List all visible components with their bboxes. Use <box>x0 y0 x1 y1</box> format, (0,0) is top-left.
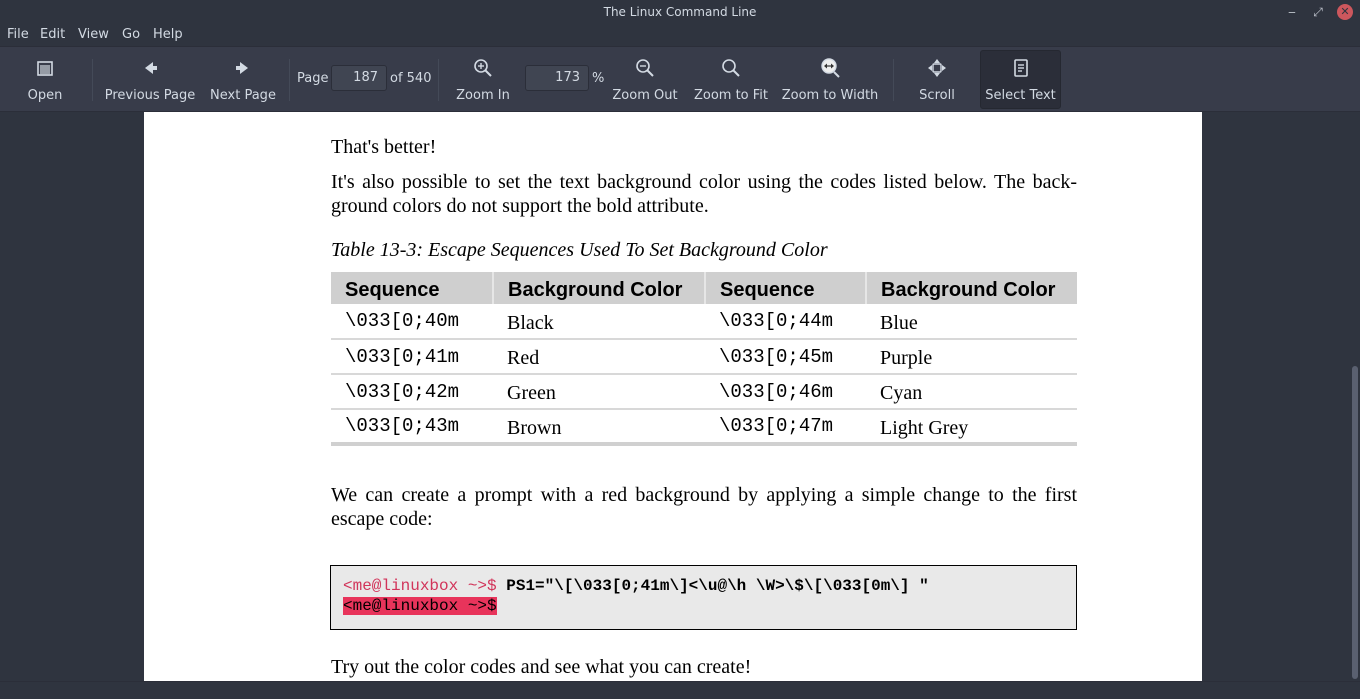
zoom-to-fit-button[interactable]: Zoom to Fit <box>692 51 770 107</box>
zoom-out-icon <box>636 59 654 77</box>
zoom-to-width-button[interactable]: Zoom to Width <box>780 51 880 107</box>
paragraph: It's also possible to set the text backg… <box>331 171 1077 217</box>
table-row: \033[0;43m Brown \033[0;47m Light Grey <box>331 409 1077 446</box>
zoom-fit-icon <box>722 59 740 77</box>
zoom-out-label: Zoom Out <box>612 88 678 103</box>
open-label: Open <box>27 88 63 103</box>
table-row: \033[0;41m Red \033[0;45m Purple <box>331 339 1077 375</box>
table-cell: Red <box>493 339 705 375</box>
zoom-in-button[interactable]: Zoom In <box>453 51 513 107</box>
paragraph: We can create a prompt with a red backgr… <box>331 484 1077 530</box>
zoom-out-button[interactable]: Zoom Out <box>610 51 680 107</box>
table-cell: Green <box>493 374 705 410</box>
table-cell: \033[0;40m <box>331 304 493 340</box>
table-cell: \033[0;44m <box>705 304 866 340</box>
window-title: The Linux Command Line <box>603 5 757 19</box>
table-header-row: Sequence Background Color Sequence Backg… <box>331 272 1077 304</box>
table-cell: \033[0;47m <box>705 409 866 446</box>
table-row: \033[0;40m Black \033[0;44m Blue <box>331 304 1077 340</box>
shell-command: PS1="\[\033[0;41m\]<\u@\h \W>\$\[\033[0m… <box>506 577 929 595</box>
title-bar: The Linux Command Line ‒ ⤢ ✕ <box>0 0 1360 24</box>
code-block: <me@linuxbox ~>$ PS1="\[\033[0;41m\]<\u@… <box>330 565 1077 630</box>
paragraph: Try out the color codes and see what you… <box>331 656 752 678</box>
scroll-move-icon <box>928 59 946 77</box>
zoom-in-icon <box>474 59 492 77</box>
shell-prompt: <me@linuxbox ~>$ <box>343 577 507 595</box>
toolbar: Open Previous Page Next Page Page 187 of… <box>0 46 1360 112</box>
toolbar-separator <box>893 59 894 101</box>
table-cell: Black <box>493 304 705 340</box>
table-cell: \033[0;46m <box>705 374 866 410</box>
open-button[interactable]: Open <box>20 51 70 107</box>
table-cell: Light Grey <box>866 409 1077 446</box>
menu-file[interactable]: File <box>7 27 29 42</box>
column-header: Sequence <box>331 272 493 304</box>
table-cell: Cyan <box>866 374 1077 410</box>
minimize-button[interactable]: ‒ <box>1284 4 1300 20</box>
arrow-right-icon <box>236 62 248 74</box>
zoom-to-fit-label: Zoom to Fit <box>693 88 769 103</box>
scroll-button[interactable]: Scroll <box>912 51 962 107</box>
select-text-label: Select Text <box>985 88 1056 103</box>
table-cell: Brown <box>493 409 705 446</box>
table-cell: \033[0;41m <box>331 339 493 375</box>
paragraph: That's better! <box>331 136 437 158</box>
zoom-level-input[interactable]: 173 <box>525 65 589 91</box>
code-line: <me@linuxbox ~>$ PS1="\[\033[0;41m\]<\u@… <box>343 576 1064 596</box>
scrollbar-thumb[interactable] <box>1352 366 1358 679</box>
menu-bar: File Edit View Go Help <box>0 24 1360 46</box>
table-caption: Table 13-3: Escape Sequences Used To Set… <box>331 239 828 261</box>
toolbar-separator <box>438 59 439 101</box>
open-folder-icon <box>37 61 53 76</box>
table-cell: Purple <box>866 339 1077 375</box>
previous-page-button[interactable]: Previous Page <box>104 51 196 107</box>
red-background-prompt: <me@linuxbox ~>$ <box>343 597 497 615</box>
arrow-left-icon <box>145 62 157 74</box>
toolbar-separator <box>92 59 93 101</box>
table-cell: \033[0;45m <box>705 339 866 375</box>
page-count-label: of 540 <box>390 71 432 86</box>
page-label: Page <box>297 71 329 86</box>
column-header: Background Color <box>492 272 705 304</box>
document-page: That's better! It's also possible to set… <box>144 112 1202 681</box>
table-cell: \033[0;42m <box>331 374 493 410</box>
status-bar <box>0 681 1360 699</box>
column-header: Background Color <box>865 272 1077 304</box>
zoom-in-label: Zoom In <box>456 88 510 103</box>
escape-sequence-table: Sequence Background Color Sequence Backg… <box>331 272 1077 446</box>
menu-view[interactable]: View <box>78 27 109 42</box>
table-cell: \033[0;43m <box>331 409 493 446</box>
document-viewport[interactable]: That's better! It's also possible to set… <box>0 112 1350 681</box>
toolbar-separator <box>289 59 290 101</box>
menu-go[interactable]: Go <box>122 27 140 42</box>
column-header: Sequence <box>704 272 866 304</box>
code-line: <me@linuxbox ~>$ <box>343 596 1064 616</box>
close-button[interactable]: ✕ <box>1337 4 1353 20</box>
next-page-button[interactable]: Next Page <box>208 51 278 107</box>
zoom-unit-label: % <box>592 71 605 86</box>
previous-page-label: Previous Page <box>104 88 196 103</box>
page-number-input[interactable]: 187 <box>331 65 387 91</box>
select-text-button[interactable]: Select Text <box>980 50 1061 109</box>
zoom-to-width-label: Zoom to Width <box>781 88 879 103</box>
menu-help[interactable]: Help <box>153 27 183 42</box>
select-text-icon <box>1013 59 1028 77</box>
next-page-label: Next Page <box>210 88 276 103</box>
table-cell: Blue <box>866 304 1077 340</box>
maximize-button[interactable]: ⤢ <box>1310 4 1326 20</box>
menu-edit[interactable]: Edit <box>40 27 65 42</box>
zoom-width-icon <box>821 58 840 78</box>
table-row: \033[0;42m Green \033[0;46m Cyan <box>331 374 1077 410</box>
scroll-label: Scroll <box>919 88 955 103</box>
